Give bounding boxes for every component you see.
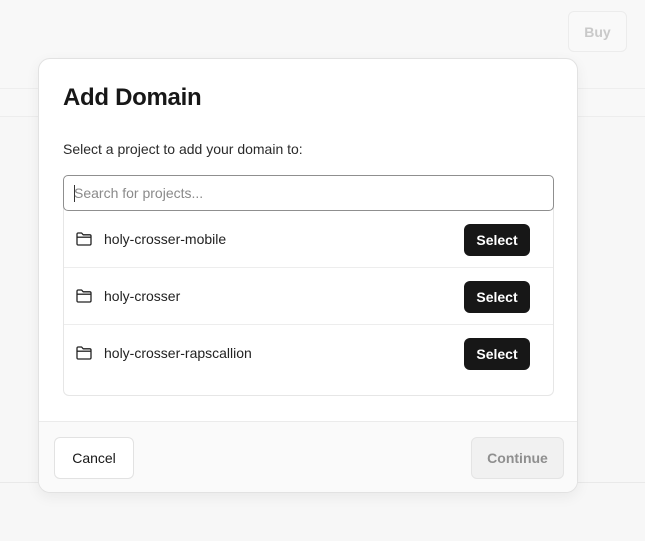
add-domain-dialog: Add Domain Select a project to add your … xyxy=(38,58,578,493)
dialog-footer: Cancel Continue xyxy=(39,421,577,492)
dialog-description: Select a project to add your domain to: xyxy=(63,141,303,157)
buy-button: Buy xyxy=(568,11,627,52)
select-button[interactable]: Select xyxy=(464,224,530,256)
project-name: holy-crosser xyxy=(104,288,181,304)
continue-button[interactable]: Continue xyxy=(471,437,564,479)
text-cursor xyxy=(74,185,75,202)
folder-icon xyxy=(76,232,92,246)
list-item: holy-crosser-mobile Select xyxy=(64,211,553,268)
select-button[interactable]: Select xyxy=(464,338,530,370)
dialog-title: Add Domain xyxy=(63,84,202,111)
select-button[interactable]: Select xyxy=(464,281,530,313)
project-name: holy-crosser-mobile xyxy=(104,231,227,247)
folder-icon xyxy=(76,346,92,360)
project-list: holy-crosser-mobile Select holy-crosser … xyxy=(63,175,554,396)
cancel-button[interactable]: Cancel xyxy=(54,437,134,479)
list-item: holy-crosser Select xyxy=(64,268,553,325)
list-item: holy-crosser-rapscallion Select xyxy=(64,325,553,382)
search-input[interactable] xyxy=(63,175,554,211)
project-name: holy-crosser-rapscallion xyxy=(104,345,252,361)
folder-icon xyxy=(76,289,92,303)
